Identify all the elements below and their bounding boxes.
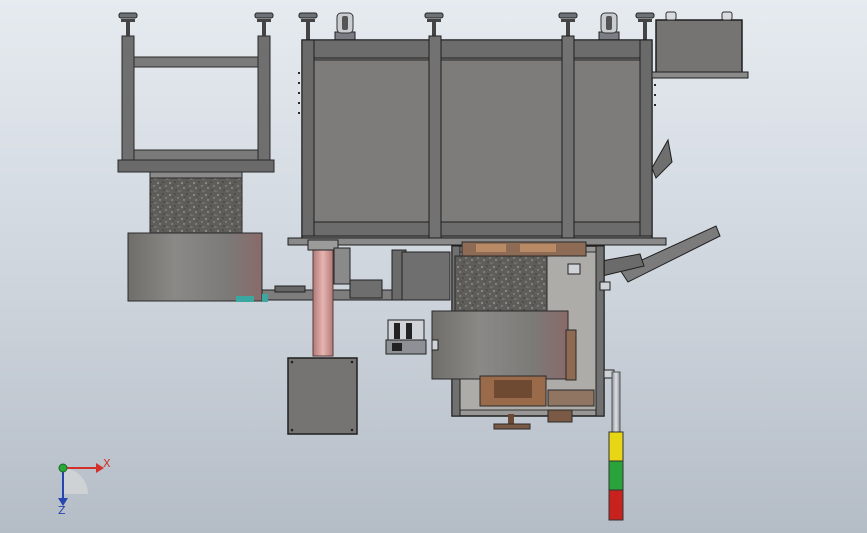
left-grinding-stone[interactable] (149, 177, 243, 237)
axis-x-label: X (103, 457, 111, 470)
cad-viewport[interactable]: X Z (0, 0, 867, 533)
leveling-foot-icon (118, 12, 138, 36)
signal-tower[interactable] (608, 371, 624, 521)
transfer-arm[interactable] (261, 249, 451, 302)
leveling-foot-icon (298, 12, 318, 40)
axis-triad-icon (58, 463, 104, 506)
right-grinding-stone[interactable] (454, 255, 548, 315)
signal-light-yellow (608, 431, 624, 462)
leveling-foot-icon (254, 12, 274, 36)
machine-assembly-model[interactable] (0, 0, 867, 533)
caster-wheel-icon (598, 12, 620, 41)
axis-z-label: Z (58, 504, 66, 517)
signal-light-green (608, 460, 624, 491)
leveling-foot-icon (635, 12, 655, 40)
left-frame[interactable] (117, 35, 275, 181)
caster-wheel-icon (334, 12, 356, 41)
clamp-assembly[interactable] (385, 319, 427, 355)
control-box[interactable] (651, 11, 749, 79)
signal-light-red (608, 489, 624, 521)
left-drum-housing[interactable] (127, 232, 263, 302)
motor-box[interactable] (287, 357, 358, 435)
right-drum-housing[interactable] (431, 310, 569, 380)
main-cabinet[interactable] (287, 35, 667, 246)
